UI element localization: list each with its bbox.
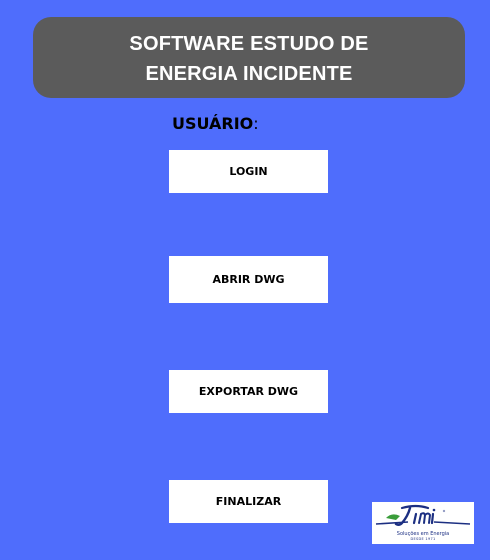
user-label: USUÁRIO: [172,114,259,133]
logo-since: DESDE 1971 [410,537,436,541]
title-line-2: ENERGIA INCIDENTE [145,62,353,85]
title-banner: SOFTWARE ESTUDO DE ENERGIA INCIDENTE [33,17,465,98]
finish-button[interactable]: FINALIZAR [169,480,328,523]
export-dwg-button[interactable]: EXPORTAR DWG [169,370,328,413]
user-label-separator: : [253,114,259,133]
open-dwg-button[interactable]: ABRIR DWG [169,256,328,303]
company-logo: Soluções em Energia DESDE 1971 [372,502,474,544]
login-button[interactable]: LOGIN [169,150,328,193]
logo-mark-icon [375,504,471,526]
title-line-1: SOFTWARE ESTUDO DE [129,32,369,55]
user-label-text: USUÁRIO [172,114,254,133]
